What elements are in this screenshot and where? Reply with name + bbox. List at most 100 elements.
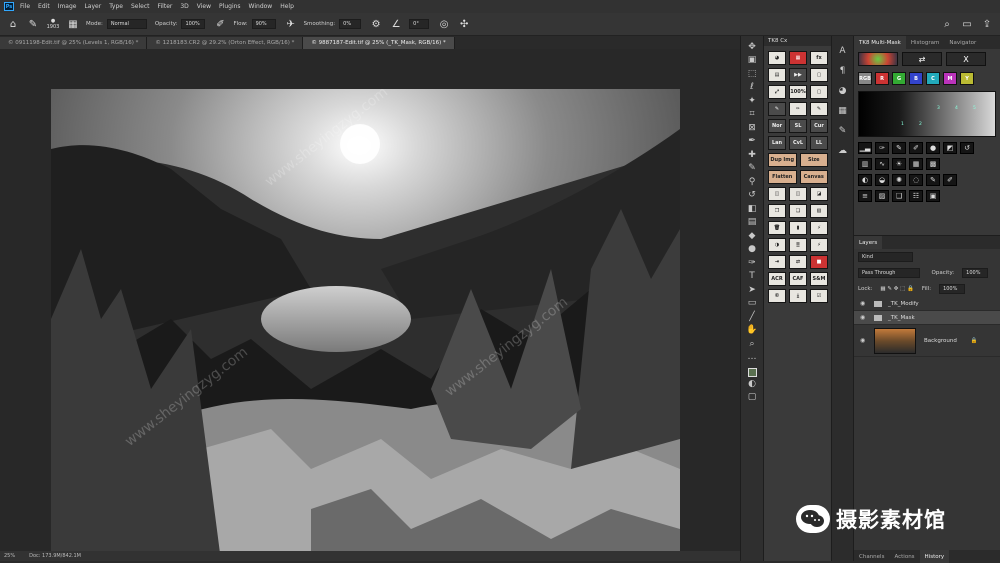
tab-doc-3[interactable]: © 9887187-Edit.tif @ 25% (_TK_Mask, RGB/…: [303, 37, 455, 49]
doc-size[interactable]: Doc: 173.9M/842.1M: [29, 553, 81, 559]
layer-name[interactable]: _TK_Modify: [888, 301, 919, 307]
tk-mask2-icon[interactable]: ◫: [789, 187, 807, 201]
tab-histogram[interactable]: Histogram: [906, 36, 945, 49]
path-select-icon[interactable]: ➤: [745, 283, 759, 297]
pressure-size-icon[interactable]: ◎: [437, 17, 451, 31]
clone-stamp-icon[interactable]: ⚲: [745, 175, 759, 189]
share-icon[interactable]: ⇪: [980, 17, 994, 31]
zone-gradient[interactable]: 1 2 3 4 5: [858, 91, 996, 137]
tk-check-icon[interactable]: ☑: [810, 289, 828, 303]
tk-forward-icon[interactable]: ▶▶: [789, 68, 807, 82]
tk-copyright-icon[interactable]: ©: [768, 289, 786, 303]
tk-mask-icon[interactable]: ◫: [768, 187, 786, 201]
tk-merge-icon[interactable]: ▧: [810, 204, 828, 218]
pressure-opacity-icon[interactable]: ✐: [213, 17, 227, 31]
tk-brush4-icon[interactable]: ✐: [943, 174, 957, 186]
tk-cur-button[interactable]: Cur: [810, 119, 828, 133]
tab-tk-multimask[interactable]: TK8 Multi-Mask: [854, 36, 906, 49]
histogram-icon[interactable]: ▁▃: [858, 142, 872, 154]
adjustments-icon[interactable]: A: [836, 44, 850, 58]
tk-dot-icon[interactable]: ●: [926, 142, 940, 154]
crop-icon[interactable]: ⌗: [745, 108, 759, 122]
tk-dup-img-button[interactable]: Dup Img: [768, 153, 797, 167]
home-icon[interactable]: ⌂: [6, 17, 20, 31]
tk-brush2-icon[interactable]: ✐: [909, 142, 923, 154]
tk-sl-button[interactable]: SL: [789, 119, 807, 133]
tk-levels-icon[interactable]: ▥: [858, 158, 872, 170]
blur-icon[interactable]: ◆: [745, 229, 759, 243]
tab-layers[interactable]: Layers: [854, 236, 883, 249]
angle-field[interactable]: 0°: [409, 19, 430, 29]
menu-file[interactable]: File: [20, 3, 30, 10]
zone-5[interactable]: 5: [973, 106, 976, 111]
tk-split-icon[interactable]: ◐: [858, 174, 872, 186]
layer-opacity-field[interactable]: 100%: [962, 268, 988, 278]
fill-field[interactable]: 100%: [939, 284, 966, 294]
tk-canvas-button[interactable]: Canvas: [799, 170, 828, 184]
zoom-icon[interactable]: ⌕: [745, 337, 759, 351]
tk-swap-icon[interactable]: ⇄: [789, 255, 807, 269]
menu-layer[interactable]: Layer: [84, 3, 101, 10]
menu-edit[interactable]: Edit: [38, 3, 50, 10]
zone-3[interactable]: 3: [937, 106, 940, 111]
brush-tool-icon[interactable]: ✎: [26, 17, 40, 31]
artboard-icon[interactable]: ▣: [745, 54, 759, 68]
tk-sliders-icon[interactable]: ☷: [909, 190, 923, 202]
lasso-icon[interactable]: ℓ: [745, 81, 759, 95]
layer-filter-kind[interactable]: Kind: [858, 252, 913, 262]
swap-icon[interactable]: ⇄: [902, 52, 942, 66]
tk-size-button[interactable]: Size: [799, 153, 828, 167]
zone-1[interactable]: 1: [901, 122, 904, 127]
canvas-area[interactable]: www.sheyingzyg.com www.sheyingzyg.com ww…: [0, 49, 740, 561]
brush-icon[interactable]: ✎: [745, 162, 759, 176]
tk-bolt-icon[interactable]: ⚡: [810, 221, 828, 235]
flow-field[interactable]: 90%: [251, 19, 276, 29]
menu-image[interactable]: Image: [58, 3, 77, 10]
menu-view[interactable]: View: [197, 3, 211, 10]
tk-dotted-icon[interactable]: ◌: [909, 174, 923, 186]
tk-ink-icon[interactable]: ▮: [789, 221, 807, 235]
layer-name[interactable]: _TK_Mask: [888, 315, 915, 321]
mode-select[interactable]: Normal: [106, 19, 147, 29]
foreground-color-swatch[interactable]: [747, 368, 757, 377]
channel-r[interactable]: R: [875, 72, 889, 85]
tk-nor-button[interactable]: Nor: [768, 119, 786, 133]
dodge-icon[interactable]: ●: [745, 243, 759, 257]
tk-brush-icon[interactable]: ✎: [768, 102, 786, 116]
tk-stack-icon[interactable]: ≣: [789, 238, 807, 252]
paragraph-icon[interactable]: ¶: [836, 64, 850, 78]
smoothing-field[interactable]: 0%: [339, 19, 362, 29]
tk-undo-icon[interactable]: ↺: [960, 142, 974, 154]
pen-icon[interactable]: ✑: [745, 256, 759, 270]
blend-mode-select[interactable]: Pass Through: [858, 268, 920, 278]
tk-split-icon[interactable]: ◑: [768, 238, 786, 252]
tab-actions[interactable]: Actions: [889, 550, 919, 563]
zone-2[interactable]: 2: [919, 122, 922, 127]
tk-layers2-icon[interactable]: ❑: [892, 190, 906, 202]
tk-rainbow-icon[interactable]: ◒: [875, 174, 889, 186]
document-image[interactable]: www.sheyingzyg.com www.sheyingzyg.com ww…: [51, 89, 680, 561]
tk-wheel-icon[interactable]: ✺: [892, 174, 906, 186]
tk-save-icon[interactable]: ▣: [926, 190, 940, 202]
visibility-eye-icon[interactable]: ◉: [860, 337, 868, 344]
tk-zoom100-button[interactable]: 100%: [789, 85, 807, 99]
tab-channels[interactable]: Channels: [854, 550, 889, 563]
tk-curve-icon[interactable]: ∿: [875, 158, 889, 170]
airbrush-icon[interactable]: ✈: [284, 17, 298, 31]
tk-trash-icon[interactable]: 🗑: [768, 221, 786, 235]
quick-mask-icon[interactable]: ◐: [745, 377, 759, 391]
tk-download-icon[interactable]: ⤓: [789, 289, 807, 303]
tk-brush3-icon[interactable]: ✎: [926, 174, 940, 186]
tk-brush-icon[interactable]: ✎: [892, 142, 906, 154]
zoom-level[interactable]: 25%: [4, 553, 15, 559]
eraser-icon[interactable]: ◧: [745, 202, 759, 216]
layer-row[interactable]: ◉ _TK_Mask: [854, 311, 1000, 325]
menu-window[interactable]: Window: [249, 3, 273, 10]
brush-preset-icon[interactable]: ● 1903: [46, 17, 60, 31]
zone-4[interactable]: 4: [955, 106, 958, 111]
tk-sun-icon[interactable]: ☀: [892, 158, 906, 170]
channel-b[interactable]: B: [909, 72, 923, 85]
tab-doc-1[interactable]: © 0911198-Edit.tif @ 25% (Levels 1, RGB/…: [0, 37, 148, 49]
channel-c[interactable]: C: [926, 72, 940, 85]
lock-icons[interactable]: ▦ ✎ ✥ ⬚ 🔒: [880, 286, 913, 292]
